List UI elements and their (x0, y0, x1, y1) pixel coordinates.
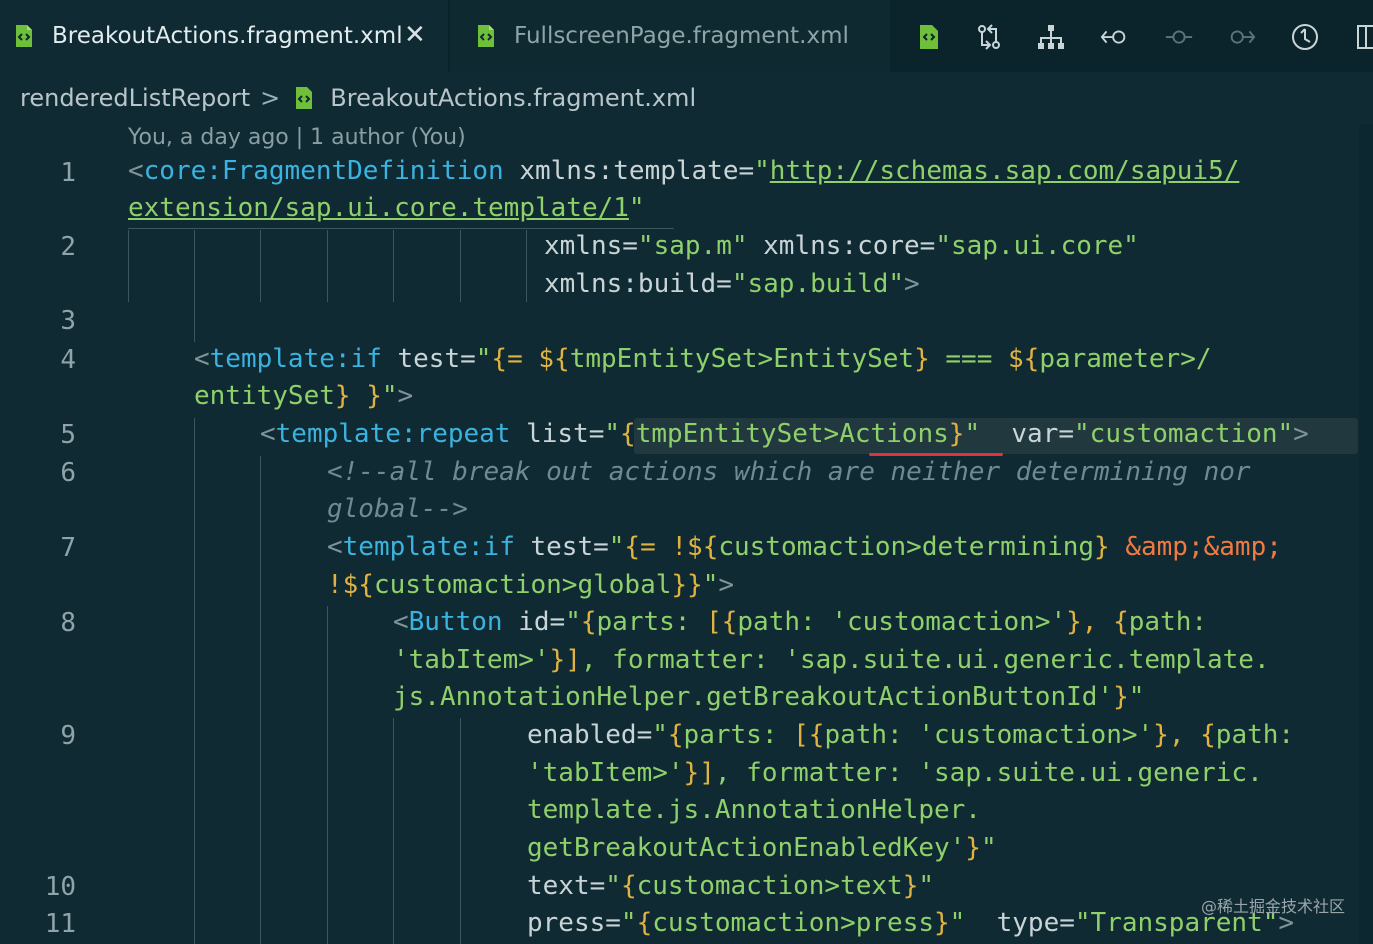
indent-guide (194, 418, 195, 944)
code-line-9-wrap[interactable]: 'tabItem>'}], formatter: 'sap.suite.ui.g… (527, 758, 1263, 788)
go-forward-icon[interactable] (1226, 22, 1256, 52)
close-icon[interactable]: ✕ (404, 22, 426, 48)
code-line-6-wrap[interactable]: global--> (327, 494, 468, 524)
schema-link[interactable]: http://schemas.sap.com/sapui5/ (770, 156, 1240, 186)
line-number: 11 (44, 909, 76, 939)
indent-guide (460, 718, 461, 944)
code-line-11[interactable]: press="{customaction>press}" type="Trans… (527, 908, 1294, 938)
indent-guide (393, 230, 394, 302)
code-line-4[interactable]: <template:if test="{= ${tmpEntitySet>Ent… (194, 344, 1212, 374)
code-line-9-wrap[interactable]: getBreakoutActionEnabledKey'}" (527, 833, 997, 863)
breadcrumb: renderedListReport > BreakoutActions.fra… (0, 72, 1373, 124)
history-icon[interactable] (1290, 22, 1320, 52)
editor-actions (890, 0, 1373, 72)
indent-guide (327, 230, 328, 302)
line-number: 7 (60, 533, 76, 563)
code-line-6[interactable]: <!--all break out actions which are neit… (327, 457, 1251, 487)
code-line-8-wrap[interactable]: js.AnnotationHelper.getBreakoutActionBut… (393, 682, 1144, 712)
code-line-7-wrap[interactable]: !${customaction>global}}"> (327, 570, 734, 600)
code-line-5[interactable]: <template:repeat list="{tmpEntitySet>Act… (260, 419, 1309, 449)
indent-guide (194, 230, 195, 342)
line-number: 3 (60, 306, 76, 336)
line-number: 6 (60, 458, 76, 488)
line-number: 1 (60, 158, 76, 188)
timeline-dot-icon[interactable] (1164, 22, 1194, 52)
code-line-9-wrap[interactable]: template.js.AnnotationHelper. (527, 795, 981, 825)
open-preview-icon[interactable] (914, 22, 944, 52)
git-blame-annotation[interactable]: You, a day ago | 1 author (You) (128, 125, 466, 150)
code-line-8-wrap[interactable]: 'tabItem>'}], formatter: 'sap.suite.ui.g… (393, 645, 1270, 675)
hierarchy-icon[interactable] (1036, 22, 1066, 52)
xml-file-icon (16, 25, 32, 47)
tab-breakout-actions[interactable]: BreakoutActions.fragment.xml ✕ (0, 0, 448, 72)
line-number: 10 (44, 872, 76, 902)
watermark: @稀土掘金技术社区 (1200, 897, 1345, 916)
indent-guide (460, 230, 461, 302)
code-line-9[interactable]: enabled="{parts: [{path: 'customaction>'… (527, 720, 1294, 750)
editor-tab-bar: BreakoutActions.fragment.xml ✕ Fullscree… (0, 0, 1373, 72)
code-line-1-wrap[interactable]: extension/sap.ui.core.template/1" (128, 193, 645, 223)
tab-fullscreen-page[interactable]: FullscreenPage.fragment.xml (450, 0, 890, 72)
schema-link[interactable]: extension/sap.ui.core.template/1 (128, 193, 629, 223)
code-line-1[interactable]: <core:FragmentDefinition xmlns:template=… (128, 156, 1239, 186)
tab-label: BreakoutActions.fragment.xml (52, 23, 403, 49)
indent-guide (128, 230, 129, 302)
line-number: 9 (60, 721, 76, 751)
code-line-8[interactable]: <Button id="{parts: [{path: 'customactio… (393, 607, 1207, 637)
indent-guide (260, 230, 261, 302)
error-squiggle (869, 453, 1003, 456)
tab-label: FullscreenPage.fragment.xml (514, 23, 849, 49)
line-number: 5 (60, 420, 76, 450)
line-number: 2 (60, 232, 76, 262)
breadcrumb-file[interactable]: BreakoutActions.fragment.xml (330, 84, 696, 112)
line-number: 8 (60, 608, 76, 638)
indent-guide (260, 456, 261, 944)
indent-guide (327, 606, 328, 944)
git-compare-icon[interactable] (974, 22, 1004, 52)
split-editor-icon[interactable] (1350, 22, 1373, 52)
indent-guide (526, 230, 527, 302)
xml-file-icon (478, 25, 494, 47)
go-back-icon[interactable] (1100, 22, 1130, 52)
breadcrumb-separator: > (260, 84, 281, 112)
indent-guide (393, 718, 394, 944)
code-line-10[interactable]: text="{customaction>text}" (527, 871, 934, 901)
vertical-scrollbar[interactable] (1359, 124, 1373, 944)
code-line-4-wrap[interactable]: entitySet} }"> (194, 381, 413, 411)
xml-file-icon (296, 87, 313, 109)
breadcrumb-folder[interactable]: renderedListReport (20, 84, 250, 112)
code-line-7[interactable]: <template:if test="{= !${customaction>de… (327, 532, 1282, 562)
code-line-2-wrap[interactable]: xmlns:build="sap.build"> (544, 269, 920, 299)
code-line-2[interactable]: xmlns="sap.m" xmlns:core="sap.ui.core" (544, 231, 1139, 261)
line-number: 4 (60, 345, 76, 375)
link-underline (128, 228, 674, 229)
